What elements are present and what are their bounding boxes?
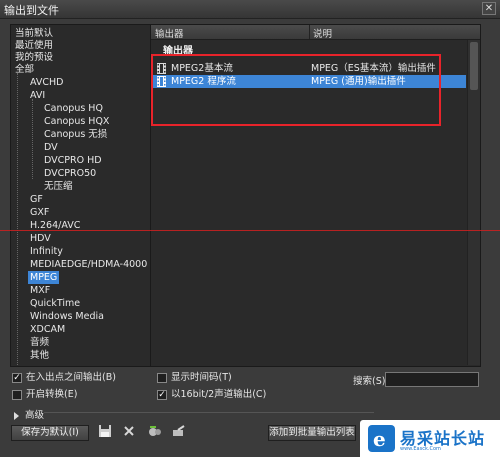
category-tree[interactable]: 当前默认 最近使用 我的预设 全部 AVCHD AVI Canopus HQ C… xyxy=(10,24,151,367)
tree-item-dv[interactable]: DV xyxy=(44,141,58,154)
tree-item-uncompressed[interactable]: 无压缩 xyxy=(44,180,73,193)
close-icon[interactable]: ✕ xyxy=(482,2,496,15)
tree-item-mediaedge[interactable]: MEDIAEDGE/HDMA-4000 xyxy=(30,258,147,271)
column-header-description[interactable]: 说明 xyxy=(313,26,332,40)
tree-item-mxf[interactable]: MXF xyxy=(30,284,50,297)
bit16-label: 以16bit/2声道输出(C) xyxy=(171,389,267,400)
tree-item-all[interactable]: 全部 xyxy=(15,63,34,76)
vertical-scrollbar[interactable] xyxy=(467,40,480,365)
logo-mark: e xyxy=(368,425,395,452)
title-bar: 输出到文件 ✕ xyxy=(0,0,500,19)
column-header-exporter[interactable]: 输出器 xyxy=(155,26,184,40)
watermark-logo: e 易采站长站 www.Easck.Com xyxy=(360,420,500,457)
show-timecode-label: 显示时间码(T) xyxy=(171,372,232,383)
divider xyxy=(44,412,374,413)
tree-item-infinity[interactable]: Infinity xyxy=(30,245,63,258)
search-label: 搜索(S) xyxy=(353,376,386,387)
expand-triangle-icon xyxy=(14,411,19,420)
tree-connector xyxy=(17,73,18,365)
show-timecode-checkbox[interactable] xyxy=(157,373,167,383)
tree-item-mpeg[interactable]: MPEG xyxy=(28,271,60,284)
logo-letter: e xyxy=(373,427,386,451)
guide-line xyxy=(0,230,500,231)
advanced-toggle[interactable]: 高级 xyxy=(14,407,44,421)
tree-item-quicktime[interactable]: QuickTime xyxy=(30,297,80,310)
tree-item-dvcpro50[interactable]: DVCPRO50 xyxy=(44,167,96,180)
tree-item-gxf[interactable]: GXF xyxy=(30,206,49,219)
tree-item-canopus-hq[interactable]: Canopus HQ xyxy=(44,102,103,115)
list-header: 输出器 说明 xyxy=(151,25,480,40)
tree-item-avchd[interactable]: AVCHD xyxy=(30,76,63,89)
export-preset-icon[interactable] xyxy=(172,424,186,438)
tree-item-xdcam[interactable]: XDCAM xyxy=(30,323,65,336)
delete-x-icon[interactable] xyxy=(122,424,136,438)
tree-item-hdv[interactable]: HDV xyxy=(30,232,51,245)
highlight-annotation-box xyxy=(151,54,441,126)
tree-item-windows-media[interactable]: Windows Media xyxy=(30,310,104,323)
tree-item-canopus-hqx[interactable]: Canopus HQX xyxy=(44,115,109,128)
import-preset-icon[interactable] xyxy=(148,424,162,438)
save-default-button[interactable]: 保存为默认(I) xyxy=(11,425,89,441)
exporter-list[interactable]: 输出器 说明 输出器 MPEG2基本流 MPEG（ES基本流）输出插件 MPEG… xyxy=(150,24,481,367)
scrollbar-thumb[interactable] xyxy=(470,42,478,90)
tree-item-dvcpro-hd[interactable]: DVCPRO HD xyxy=(44,154,102,167)
column-divider[interactable] xyxy=(309,25,310,39)
logo-subtext: www.Easck.Com xyxy=(400,446,441,452)
add-to-batch-button[interactable]: 添加到批量输出列表 xyxy=(268,425,356,441)
tree-connector xyxy=(32,99,33,179)
open-convert-checkbox[interactable] xyxy=(12,390,22,400)
tree-item-canopus-lossless[interactable]: Canopus 无损 xyxy=(44,128,107,141)
save-disk-icon[interactable] xyxy=(98,424,112,438)
window-title: 输出到文件 xyxy=(4,4,59,17)
tree-item-other[interactable]: 其他 xyxy=(30,349,49,362)
tree-item-audio[interactable]: 音频 xyxy=(30,336,49,349)
bit16-checkbox[interactable]: ✓ xyxy=(157,390,167,400)
tree-item-gf[interactable]: GF xyxy=(30,193,43,206)
open-convert-label: 开启转换(E) xyxy=(26,389,78,400)
advanced-label: 高级 xyxy=(25,410,45,421)
tree-item-avi[interactable]: AVI xyxy=(30,89,45,102)
in-out-label: 在入出点之间输出(B) xyxy=(26,372,116,383)
in-out-checkbox[interactable]: ✓ xyxy=(12,373,22,383)
search-input[interactable] xyxy=(385,372,479,387)
